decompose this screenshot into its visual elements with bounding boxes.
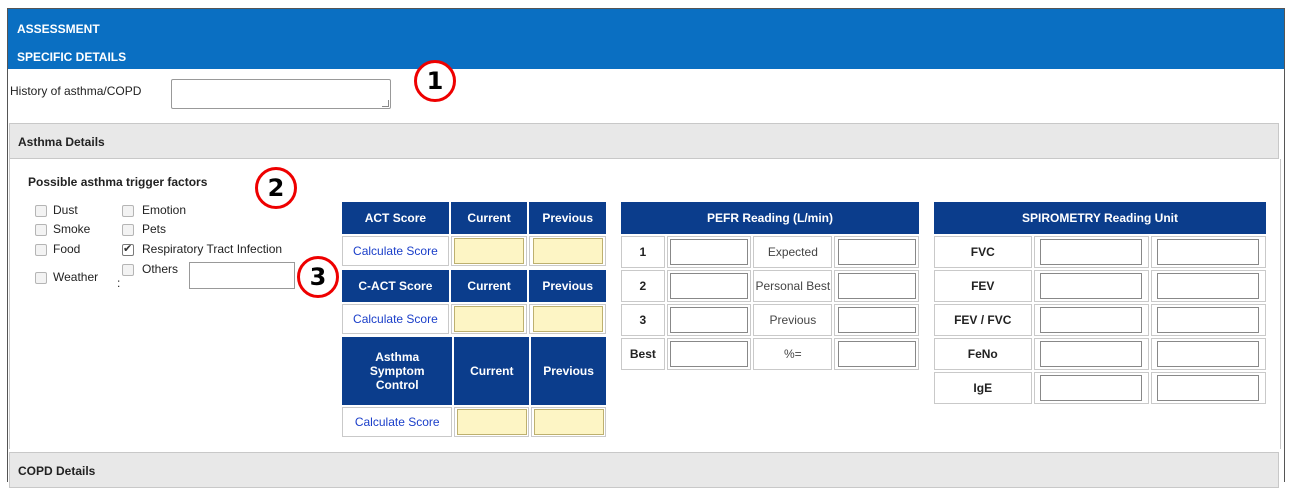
symptom-previous-input[interactable] (533, 409, 604, 435)
cact-previous-input[interactable] (532, 306, 603, 332)
spirometry-row-label: FEV (934, 270, 1032, 302)
pefr-best-input[interactable] (670, 341, 749, 367)
copd-details-header[interactable]: COPD Details (9, 452, 1279, 488)
spirometry-row-label: IgE (934, 372, 1032, 404)
pefr-percent-input[interactable] (837, 341, 916, 367)
pefr-row-label: 3 (621, 304, 665, 336)
cact-calculate-link[interactable]: Calculate Score (353, 312, 438, 326)
trigger-rti-label: Respiratory Tract Infection (142, 242, 283, 256)
act-current-input[interactable] (454, 238, 525, 264)
annotation-badge-1: 1 (414, 60, 456, 102)
spirometry-fvc-input-1[interactable] (1040, 239, 1143, 265)
trigger-rti-checkbox[interactable] (122, 242, 134, 256)
pefr-3-input[interactable] (670, 307, 749, 333)
act-score-table: ACT Score Current Previous Calculate Sco… (340, 200, 608, 268)
act-previous-input[interactable] (532, 238, 603, 264)
asthma-details-header[interactable]: Asthma Details (9, 123, 1279, 159)
others-colon: : (117, 276, 121, 290)
spirometry-row-label: FeNo (934, 338, 1032, 370)
pefr-row-label: 2 (621, 270, 665, 302)
spirometry-ige-input-1[interactable] (1040, 375, 1143, 401)
trigger-food-label: Food (53, 242, 81, 256)
spirometry-fev-input-1[interactable] (1040, 273, 1143, 299)
pefr-right-label: Personal Best (753, 270, 833, 302)
spirometry-row-label: FEV / FVC (934, 304, 1032, 336)
history-label: History of asthma/COPD (10, 84, 142, 98)
trigger-smoke-checkbox[interactable] (35, 224, 47, 236)
trigger-pets-checkbox[interactable] (122, 224, 134, 236)
symptom-calculate-link[interactable]: Calculate Score (355, 415, 440, 429)
pefr-previous-input[interactable] (837, 307, 916, 333)
spirometry-title: SPIROMETRY Reading Unit (934, 202, 1266, 234)
cact-current-input[interactable] (454, 306, 525, 332)
act-previous-header: Previous (529, 202, 606, 234)
trigger-smoke-label: Smoke (53, 222, 91, 236)
cact-current-header: Current (450, 270, 528, 302)
assessment-header: ASSESSMENT SPECIFIC DETAILS (8, 9, 1284, 69)
pefr-row-label: Best (621, 338, 665, 370)
trigger-factors-title: Possible asthma trigger factors (28, 175, 208, 189)
symptom-previous-header: Previous (531, 337, 606, 405)
symptom-control-title: Asthma Symptom Control (342, 337, 453, 405)
trigger-pets-label: Pets (142, 222, 167, 236)
cact-score-table: C-ACT Score Current Previous Calculate S… (340, 268, 608, 336)
spirometry-fev-input-2[interactable] (1157, 273, 1260, 299)
pefr-2-input[interactable] (670, 273, 749, 299)
trigger-others-checkbox[interactable] (122, 264, 134, 276)
act-score-title: ACT Score (342, 202, 449, 234)
pefr-title: PEFR Reading (L/min) (621, 202, 919, 234)
pefr-table: PEFR Reading (L/min) 1 Expected 2 Person… (619, 200, 921, 372)
spirometry-fevfvc-input-1[interactable] (1040, 307, 1143, 333)
pefr-personal-best-input[interactable] (837, 273, 916, 299)
spirometry-feno-input-2[interactable] (1157, 341, 1260, 367)
cact-previous-header: Previous (529, 270, 606, 302)
pefr-right-label: Previous (753, 304, 833, 336)
trigger-weather-label: Weather (53, 270, 99, 284)
pefr-expected-input[interactable] (837, 239, 916, 265)
trigger-dust-label: Dust (53, 203, 78, 217)
trigger-others-label: Others (142, 262, 179, 276)
act-calculate-link[interactable]: Calculate Score (353, 244, 438, 258)
symptom-current-input[interactable] (456, 409, 527, 435)
pefr-row-label: 1 (621, 236, 665, 268)
spirometry-fevfvc-input-2[interactable] (1157, 307, 1260, 333)
trigger-emotion-label: Emotion (142, 203, 187, 217)
header-title: ASSESSMENT (17, 22, 100, 36)
trigger-emotion-checkbox[interactable] (122, 205, 134, 217)
trigger-dust-checkbox[interactable] (35, 205, 47, 217)
trigger-weather-checkbox[interactable] (35, 272, 47, 284)
spirometry-row-label: FVC (934, 236, 1032, 268)
spirometry-fvc-input-2[interactable] (1157, 239, 1260, 265)
spirometry-ige-input-2[interactable] (1157, 375, 1260, 401)
trigger-others-input[interactable] (189, 262, 295, 289)
spirometry-feno-input-1[interactable] (1040, 341, 1143, 367)
cact-score-title: C-ACT Score (342, 270, 449, 302)
header-subtitle: SPECIFIC DETAILS (17, 50, 127, 64)
pefr-1-input[interactable] (670, 239, 749, 265)
act-current-header: Current (450, 202, 528, 234)
trigger-food-checkbox[interactable] (35, 244, 47, 256)
symptom-current-header: Current (454, 337, 530, 405)
pefr-right-label: %= (753, 338, 833, 370)
spirometry-table: SPIROMETRY Reading Unit FVC FEV FEV / FV… (932, 200, 1268, 406)
pefr-right-label: Expected (753, 236, 833, 268)
history-textarea[interactable] (171, 79, 391, 109)
symptom-control-table: Asthma Symptom Control Current Previous … (340, 335, 608, 439)
